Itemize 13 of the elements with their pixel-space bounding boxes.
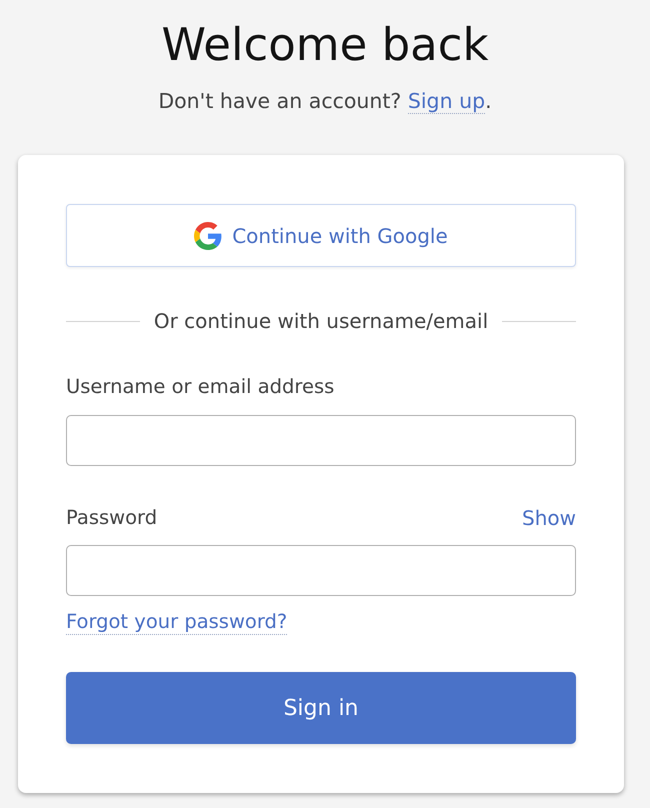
forgot-password-link[interactable]: Forgot your password? <box>66 610 288 635</box>
sign-up-link[interactable]: Sign up <box>408 89 486 114</box>
signup-prompt: Don't have an account? Sign up. <box>158 88 492 115</box>
field-label: Username or email address <box>66 375 334 399</box>
google-sign-in-button[interactable]: Continue with Google <box>66 204 576 267</box>
page-title: Welcome back <box>161 17 489 73</box>
sign-in-button[interactable]: Sign in <box>66 672 576 744</box>
show-password-link[interactable]: Show <box>522 506 576 530</box>
input-field[interactable] <box>66 545 576 596</box>
input-field[interactable] <box>66 415 576 466</box>
divider-text: Or continue with username/email <box>154 309 488 333</box>
google-logo-icon <box>194 222 222 250</box>
field-label: Password <box>66 506 158 530</box>
